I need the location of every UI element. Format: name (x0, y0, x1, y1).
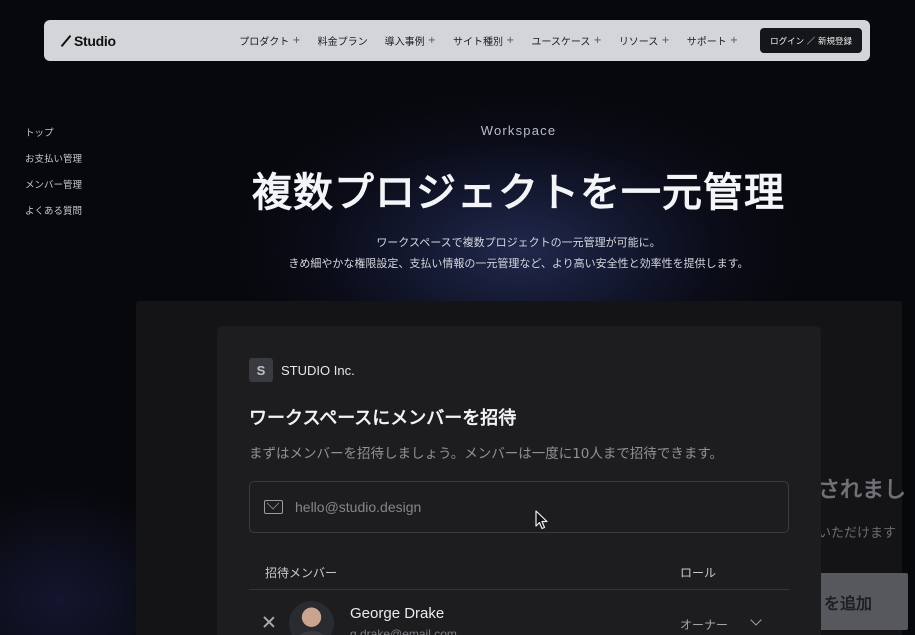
hero-description-line: ワークスペースで複数プロジェクトの一元管理が可能に。 (376, 236, 661, 249)
invite-email-field[interactable] (249, 481, 789, 533)
org-initial-badge: S (249, 358, 273, 382)
login-signup-button[interactable]: ログイン ／ 新規登録 (760, 28, 862, 53)
background-card-partial: されまし いただけます を追加 (806, 460, 915, 635)
background-card-subtitle: いただけます (818, 526, 897, 541)
mouse-cursor-icon (535, 510, 548, 530)
hero-eyebrow: Workspace (480, 123, 557, 138)
mail-icon (264, 500, 283, 514)
background-card-title: されまし (818, 478, 907, 503)
column-header-role: ロール (680, 566, 717, 580)
role-select[interactable]: オーナー (680, 616, 728, 633)
nav-item-case-studies[interactable]: 導入事例 + (385, 33, 436, 48)
plus-icon: + (661, 35, 670, 46)
nav-item-pricing[interactable]: 料金プラン (318, 33, 368, 48)
studio-logo[interactable]: Studio (60, 33, 116, 49)
logo-text: Studio (74, 32, 116, 49)
close-icon[interactable] (263, 616, 275, 628)
table-row: George Drake g.drake@email.com オーナー (249, 592, 789, 635)
nav-item-resources[interactable]: リソース + (619, 33, 670, 48)
member-email: g.drake@email.com (350, 627, 457, 635)
slash-logo-icon (60, 35, 72, 47)
invite-title: ワークスペースにメンバーを招待 (249, 408, 517, 429)
member-name: George Drake (350, 605, 445, 622)
members-table-header: 招待メンバー ロール (249, 562, 789, 590)
plus-icon: + (593, 35, 602, 46)
plus-icon: + (292, 35, 301, 46)
invite-members-card: S STUDIO Inc. ワークスペースにメンバーを招待 まずはメンバーを招待… (217, 326, 821, 635)
plus-icon: + (506, 35, 515, 46)
main-nav: プロダクト + 料金プラン 導入事例 + サイト種別 + ユースケース + リソース + … (239, 33, 738, 48)
nav-item-use-cases[interactable]: ユースケース + (531, 33, 601, 48)
avatar (289, 601, 334, 635)
plus-icon: + (427, 35, 437, 46)
org-name: STUDIO Inc. (281, 362, 355, 378)
chevron-down-icon[interactable] (750, 614, 762, 626)
hero-description: ワークスペースで複数プロジェクトの一元管理が可能に。 きめ細やかな権限設定、支払… (0, 232, 915, 274)
column-header-members: 招待メンバー (265, 566, 338, 580)
nav-item-site-types[interactable]: サイト種別 + (453, 33, 514, 48)
hero-description-line: きめ細やかな権限設定、支払い情報の一元管理など、より高い安全性と効率性を提供しま… (288, 257, 749, 270)
hero-headline: 複数プロジェクトを一元管理 (252, 170, 785, 216)
workspace-org: S STUDIO Inc. (249, 358, 355, 382)
invite-description: まずはメンバーを招待しましょう。メンバーは一度に10人まで招待できます。 (249, 446, 724, 462)
background-card-add-button[interactable]: を追加 (818, 573, 908, 630)
invite-email-input[interactable] (295, 499, 735, 515)
plus-icon: + (729, 35, 739, 46)
nav-item-product[interactable]: プロダクト + (239, 33, 300, 48)
nav-item-support[interactable]: サポート + (687, 33, 738, 48)
top-navbar: Studio プロダクト + 料金プラン 導入事例 + サイト種別 + ユースケース +… (44, 20, 870, 61)
